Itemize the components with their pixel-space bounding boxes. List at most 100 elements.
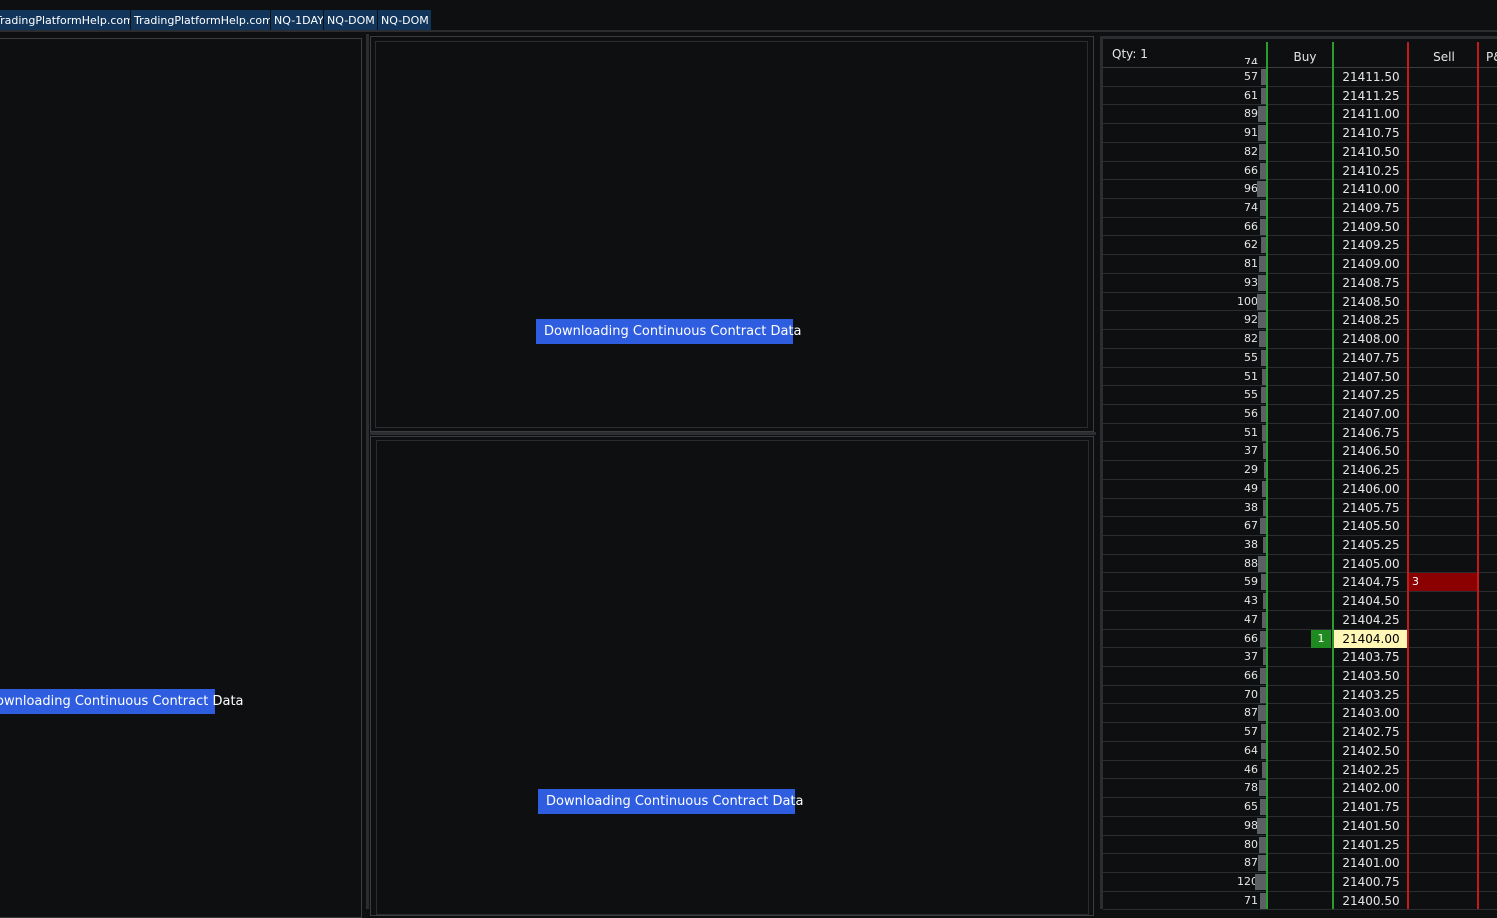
buy-cell[interactable] <box>1267 723 1333 741</box>
sell-cell[interactable] <box>1409 536 1478 554</box>
sell-cell[interactable] <box>1409 630 1478 648</box>
sell-cell[interactable] <box>1409 255 1478 273</box>
buy-cell[interactable] <box>1267 68 1333 86</box>
sell-cell[interactable] <box>1409 68 1478 86</box>
sell-cell[interactable] <box>1409 779 1478 797</box>
buy-cell[interactable]: 1 <box>1267 629 1333 648</box>
sell-cell[interactable] <box>1409 480 1478 498</box>
sell-cell[interactable] <box>1409 836 1478 854</box>
sell-cell[interactable] <box>1409 517 1478 535</box>
sell-cell[interactable] <box>1409 87 1478 105</box>
buy-cell[interactable] <box>1267 349 1333 367</box>
buy-cell[interactable] <box>1267 555 1333 573</box>
buy-cell[interactable] <box>1267 499 1333 517</box>
sell-cell[interactable] <box>1409 817 1478 835</box>
sell-cell[interactable] <box>1409 798 1478 816</box>
sell-cell[interactable] <box>1409 386 1478 404</box>
buy-cell[interactable] <box>1267 648 1333 666</box>
buy-cell[interactable] <box>1267 218 1333 236</box>
buy-cell[interactable] <box>1267 517 1333 535</box>
buy-cell[interactable] <box>1267 461 1333 479</box>
buy-cell[interactable] <box>1267 592 1333 610</box>
sell-cell[interactable] <box>1409 349 1478 367</box>
buy-cell[interactable] <box>1267 536 1333 554</box>
buy-cell[interactable] <box>1267 573 1333 591</box>
buy-cell[interactable] <box>1267 180 1333 198</box>
sell-order-badge[interactable]: 3 <box>1412 573 1419 591</box>
buy-cell[interactable] <box>1267 761 1333 779</box>
sell-cell[interactable] <box>1409 892 1478 910</box>
buy-cell[interactable] <box>1267 124 1333 142</box>
left-chart-panel[interactable] <box>0 38 362 918</box>
sell-cell[interactable] <box>1409 442 1478 460</box>
sell-cell[interactable] <box>1409 873 1478 891</box>
buy-cell[interactable] <box>1267 199 1333 217</box>
buy-cell[interactable] <box>1267 836 1333 854</box>
buy-cell[interactable] <box>1267 143 1333 161</box>
sell-cell[interactable] <box>1409 162 1478 180</box>
buy-cell[interactable] <box>1267 105 1333 123</box>
buy-cell[interactable] <box>1267 704 1333 722</box>
buy-cell[interactable] <box>1267 892 1333 910</box>
buy-cell[interactable] <box>1267 405 1333 423</box>
tab-nq-dom-2[interactable]: NQ-DOM <box>378 10 432 31</box>
sell-cell[interactable] <box>1409 180 1478 198</box>
vertical-splitter[interactable] <box>366 34 369 909</box>
buy-cell[interactable] <box>1267 442 1333 460</box>
sell-cell[interactable] <box>1409 499 1478 517</box>
buy-cell[interactable] <box>1267 330 1333 348</box>
sell-cell[interactable] <box>1409 199 1478 217</box>
sell-cell[interactable] <box>1409 723 1478 741</box>
buy-cell[interactable] <box>1267 854 1333 872</box>
sell-cell[interactable] <box>1409 424 1478 442</box>
buy-cell[interactable] <box>1267 798 1333 816</box>
buy-cell[interactable] <box>1267 873 1333 891</box>
sell-cell[interactable] <box>1409 461 1478 479</box>
sell-cell[interactable] <box>1409 105 1478 123</box>
buy-order-badge[interactable]: 1 <box>1311 629 1331 648</box>
buy-cell[interactable] <box>1267 779 1333 797</box>
sell-cell[interactable] <box>1409 611 1478 629</box>
sell-cell[interactable] <box>1409 143 1478 161</box>
sell-cell[interactable] <box>1409 218 1478 236</box>
sell-cell[interactable] <box>1409 555 1478 573</box>
sell-cell[interactable] <box>1409 761 1478 779</box>
sell-cell[interactable] <box>1409 274 1478 292</box>
buy-cell[interactable] <box>1267 611 1333 629</box>
sell-cell[interactable] <box>1409 648 1478 666</box>
buy-cell[interactable] <box>1267 480 1333 498</box>
horizontal-splitter[interactable] <box>370 432 1096 435</box>
tab-tradingplatformhelp-1[interactable]: TradingPlatformHelp.com <box>0 10 131 31</box>
buy-cell[interactable] <box>1267 424 1333 442</box>
tab-tradingplatformhelp-2[interactable]: TradingPlatformHelp.com <box>131 10 271 31</box>
sell-cell[interactable] <box>1409 293 1478 311</box>
sell-cell[interactable]: 3 <box>1409 573 1478 592</box>
sell-cell[interactable] <box>1409 854 1478 872</box>
buy-cell[interactable] <box>1267 817 1333 835</box>
sell-cell[interactable] <box>1409 742 1478 760</box>
buy-cell[interactable] <box>1267 667 1333 685</box>
sell-cell[interactable] <box>1409 667 1478 685</box>
buy-cell[interactable] <box>1267 368 1333 386</box>
buy-cell[interactable] <box>1267 293 1333 311</box>
sell-cell[interactable] <box>1409 124 1478 142</box>
buy-cell[interactable] <box>1267 386 1333 404</box>
buy-cell[interactable] <box>1267 87 1333 105</box>
buy-cell[interactable] <box>1267 255 1333 273</box>
tab-nq-dom-1[interactable]: NQ-DOM <box>324 10 378 31</box>
sell-cell[interactable] <box>1409 236 1478 254</box>
buy-cell[interactable] <box>1267 236 1333 254</box>
buy-cell[interactable] <box>1267 686 1333 704</box>
sell-cell[interactable] <box>1409 405 1478 423</box>
buy-cell[interactable] <box>1267 742 1333 760</box>
sell-cell[interactable] <box>1409 330 1478 348</box>
sell-cell[interactable] <box>1409 311 1478 329</box>
sell-cell[interactable] <box>1409 704 1478 722</box>
buy-cell[interactable] <box>1267 311 1333 329</box>
sell-cell[interactable] <box>1409 686 1478 704</box>
buy-cell[interactable] <box>1267 162 1333 180</box>
sell-cell[interactable] <box>1409 592 1478 610</box>
sell-cell[interactable] <box>1409 368 1478 386</box>
buy-cell[interactable] <box>1267 274 1333 292</box>
tab-nq-1day[interactable]: NQ-1DAY <box>271 10 324 31</box>
